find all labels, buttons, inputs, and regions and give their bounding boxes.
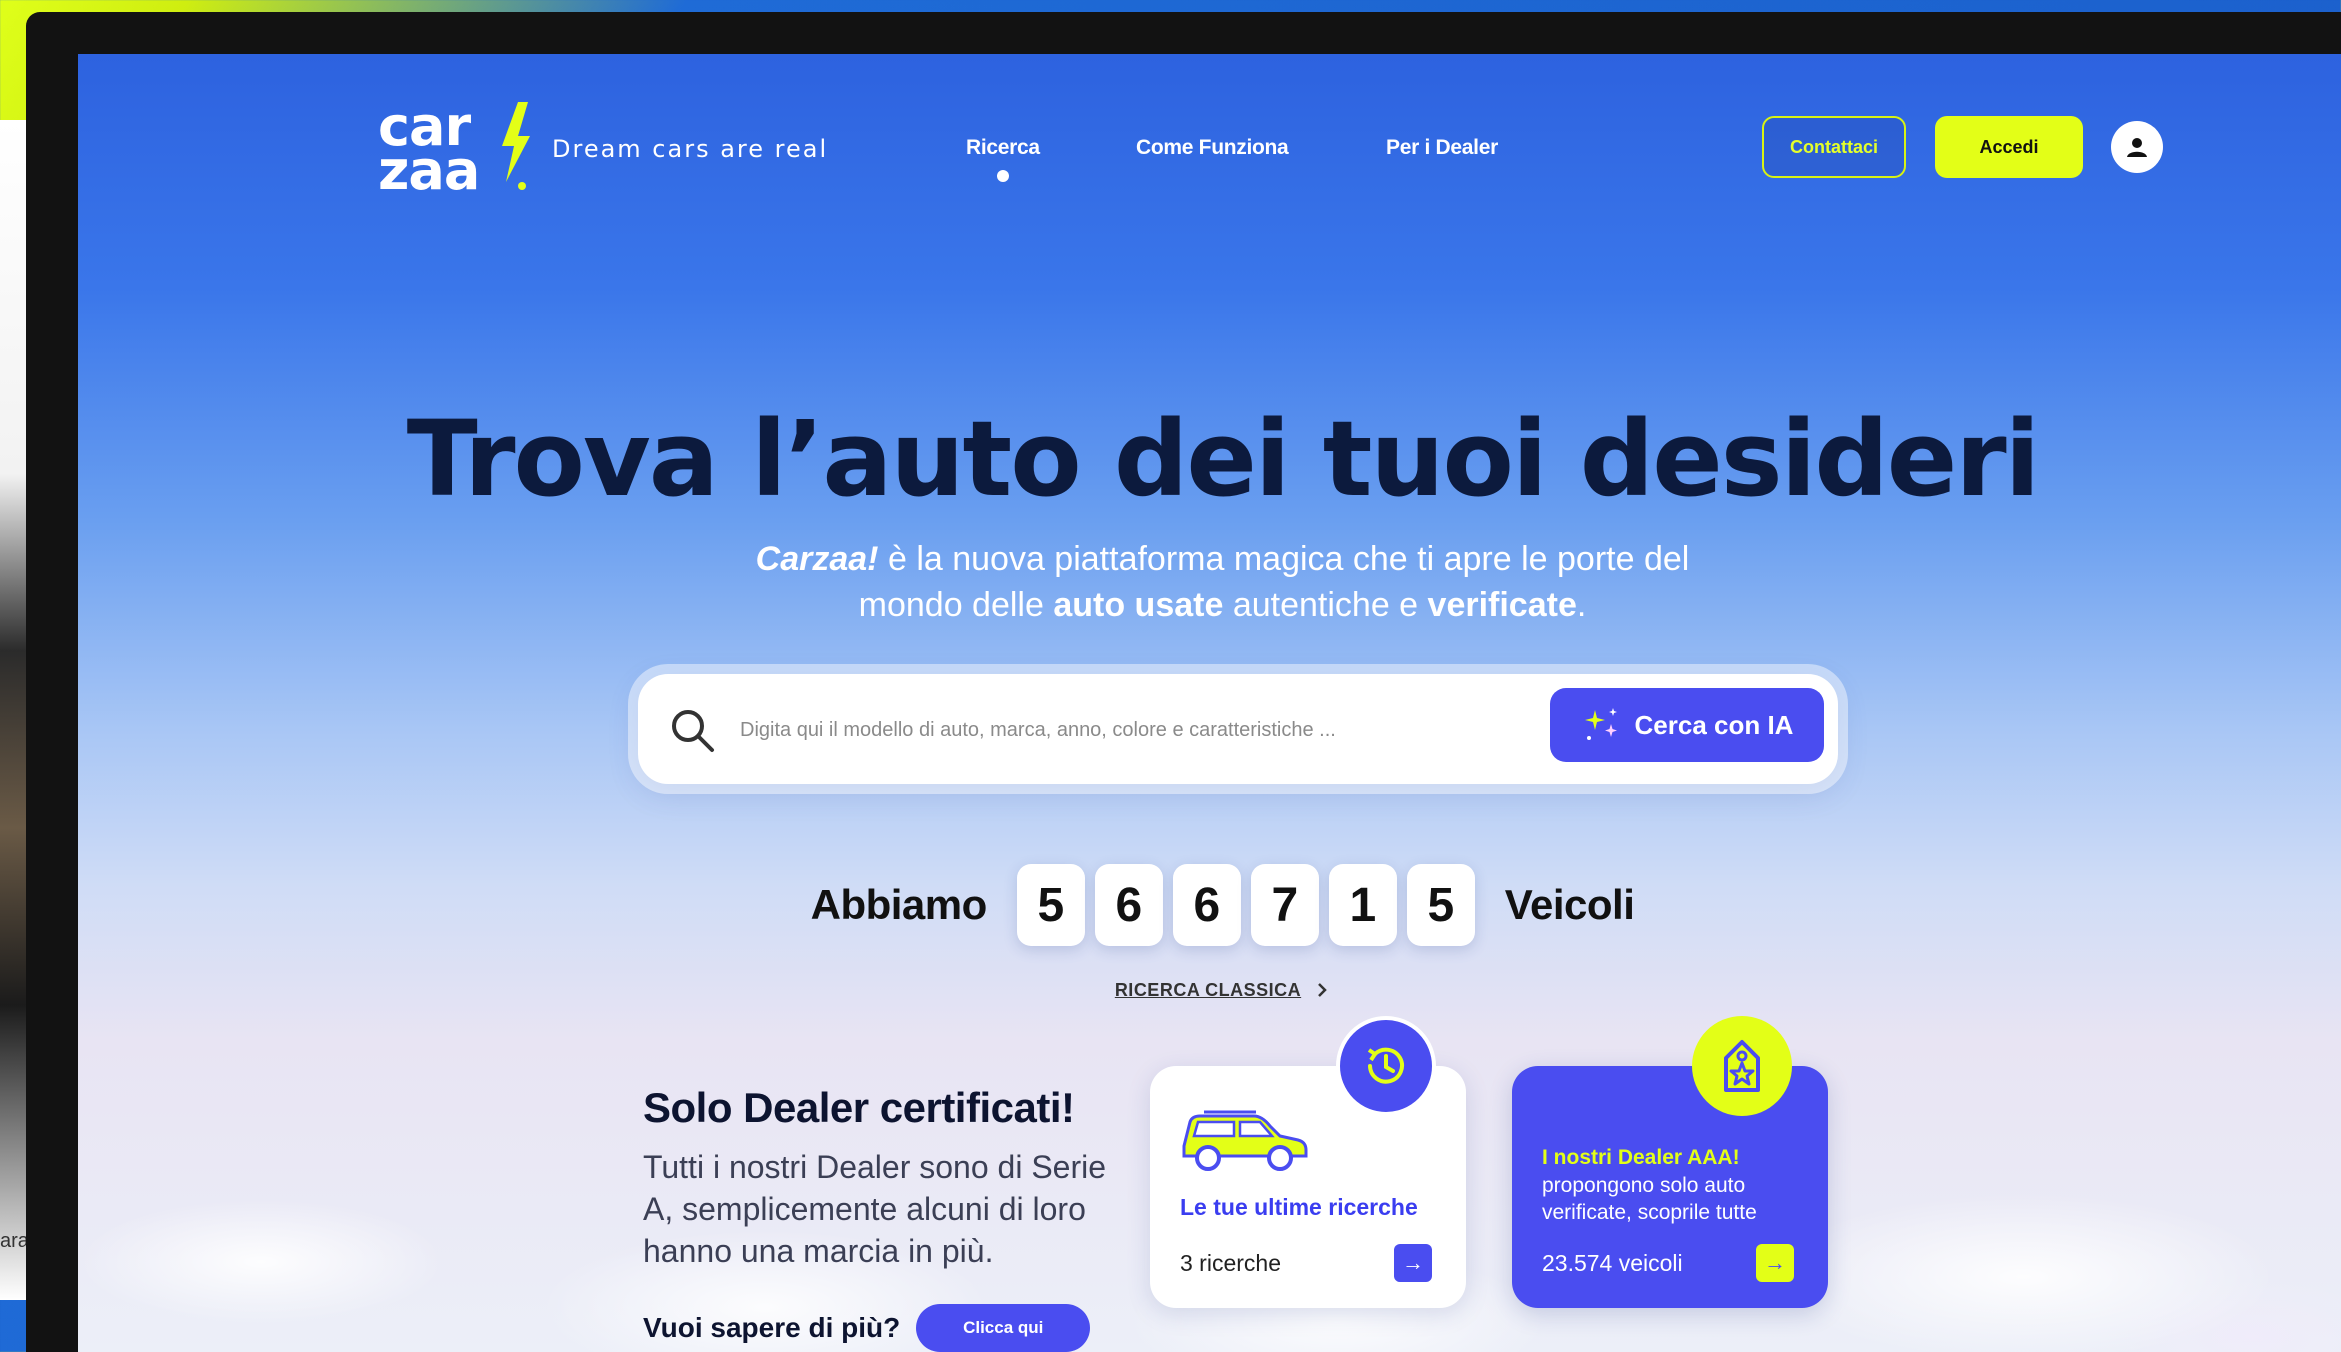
- hero-title: Trova l’auto dei tuoi desideri: [406, 398, 2041, 520]
- certified-dealer-section: Solo Dealer certificati! Tutti i nostri …: [643, 1084, 1143, 1272]
- recent-searches-card[interactable]: Le tue ultime ricerche 3 ricerche →: [1150, 1016, 1466, 1308]
- contact-button[interactable]: Contattaci: [1762, 116, 1906, 178]
- vehicle-counter: Abbiamo 5 6 6 7 1 5 Veicoli: [78, 864, 2341, 946]
- nav-item-ricerca[interactable]: Ricerca: [966, 136, 1040, 182]
- aaa-dealers-text: propongono solo auto verificate, scopril…: [1542, 1174, 1757, 1224]
- ai-search-button[interactable]: Cerca con IA: [1550, 688, 1824, 762]
- recent-searches-count: 3 ricerche: [1180, 1250, 1281, 1276]
- learn-more-row: Vuoi sapere di più? Clicca qui: [643, 1304, 1091, 1352]
- aaa-dealers-title: I nostri Dealer AAA!: [1542, 1146, 1740, 1169]
- counter-digit: 6: [1094, 864, 1163, 946]
- logo-mark: car zaa: [378, 94, 538, 204]
- brand-tagline: Dream cars are real: [552, 135, 829, 163]
- recent-searches-title: Le tue ultime ricerche: [1180, 1194, 1418, 1220]
- website-screen: car zaa Dream cars are real Ricerca Come…: [78, 54, 2341, 1352]
- certified-dealer-title: Solo Dealer certificati!: [643, 1084, 1075, 1131]
- click-here-button[interactable]: Clicca qui: [916, 1304, 1091, 1352]
- counter-digit: 5: [1016, 864, 1085, 946]
- hero-subtitle-line1: Carzaa! è la nuova piattaforma magica ch…: [78, 536, 2341, 582]
- user-icon: [2127, 138, 2147, 157]
- user-account-button[interactable]: [2111, 121, 2163, 173]
- background-edge-text: ara: [0, 1230, 29, 1252]
- search-input[interactable]: [738, 704, 1542, 756]
- nav-label: Per i Dealer: [1386, 136, 1498, 159]
- learn-more-label: Vuoi sapere di più?: [643, 1312, 901, 1343]
- monitor-frame: car zaa Dream cars are real Ricerca Come…: [26, 12, 2341, 1352]
- counter-suffix: Veicoli: [1504, 881, 1635, 928]
- counter-digit: 7: [1250, 864, 1319, 946]
- logo-text-line2: zaa: [378, 139, 480, 202]
- counter-digits: 5 6 6 7 1 5: [1016, 864, 1475, 946]
- counter-digit: 6: [1172, 864, 1241, 946]
- tag-badge: [1692, 1016, 1792, 1116]
- search-icon: [672, 710, 714, 752]
- login-button[interactable]: Accedi: [1935, 116, 2083, 178]
- aaa-dealers-card[interactable]: I nostri Dealer AAA! propongono solo aut…: [1512, 1016, 1828, 1308]
- search-bar: Cerca con IA: [638, 674, 1838, 784]
- history-icon: [1367, 1047, 1404, 1084]
- hero-text: .: [1576, 586, 1587, 624]
- hero-bold-text: auto usate: [1053, 586, 1224, 624]
- nav-label: Ricerca: [966, 136, 1040, 159]
- hero-text: è la nuova piattaforma magica che ti apr…: [878, 540, 1690, 578]
- lightning-bolt-icon: [502, 102, 530, 190]
- arrow-right-icon[interactable]: →: [1394, 1244, 1432, 1282]
- counter-digit: 1: [1328, 864, 1397, 946]
- counter-prefix: Abbiamo: [810, 881, 988, 928]
- hero-subtitle-line2: mondo delle auto usate autentiche e veri…: [78, 582, 2341, 628]
- hero-subtitle: Carzaa! è la nuova piattaforma magica ch…: [78, 536, 2341, 628]
- nav-item-per-i-dealer[interactable]: Per i Dealer: [1386, 136, 1498, 160]
- history-badge: [1336, 1016, 1436, 1116]
- counter-digit: 5: [1406, 864, 1475, 946]
- hero-text: mondo delle: [858, 586, 1054, 624]
- nav-item-come-funziona[interactable]: Come Funziona: [1136, 136, 1289, 160]
- sparkles-icon: [1584, 708, 1617, 740]
- car-icon: [1182, 1110, 1308, 1171]
- aaa-dealers-count: 23.574 veicoli: [1542, 1250, 1683, 1276]
- classic-search-label: RICERCA CLASSICA: [1114, 980, 1302, 1000]
- active-indicator-dot: [996, 170, 1009, 182]
- certified-dealer-text: Tutti i nostri Dealer sono di Serie A, s…: [643, 1149, 1107, 1269]
- arrow-right-icon[interactable]: →: [1756, 1244, 1794, 1282]
- classic-search-link[interactable]: RICERCA CLASSICA: [78, 980, 2341, 1001]
- hero-text: autentiche e: [1223, 586, 1428, 624]
- hero-bold-text: verificate: [1427, 586, 1577, 624]
- nav-label: Come Funziona: [1136, 136, 1289, 159]
- tag-star-icon: [1724, 1040, 1760, 1092]
- brand-logo[interactable]: car zaa Dream cars are real: [378, 94, 828, 204]
- ai-search-label: Cerca con IA: [1634, 709, 1794, 740]
- hero-brand-name: Carzaa!: [755, 540, 879, 578]
- chevron-right-icon: [1318, 983, 1327, 997]
